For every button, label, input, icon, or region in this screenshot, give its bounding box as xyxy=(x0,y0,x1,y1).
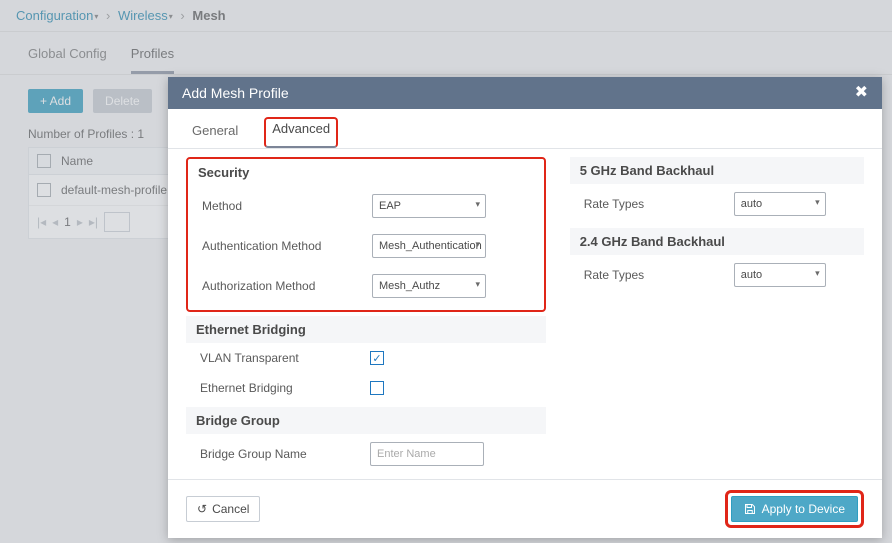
tab-advanced[interactable]: Advanced xyxy=(264,117,338,148)
label-band5-rate-types: Rate Types xyxy=(584,197,734,211)
band24-section: 2.4 GHz Band Backhaul Rate Types auto xyxy=(570,228,864,295)
cancel-button[interactable]: ↺ Cancel xyxy=(186,496,260,522)
row-method: Method EAP xyxy=(188,186,544,226)
row-band5-rate-types: Rate Types auto xyxy=(570,184,864,224)
apply-label: Apply to Device xyxy=(762,502,845,516)
undo-icon: ↺ xyxy=(197,502,207,516)
bridge-group-title: Bridge Group xyxy=(186,407,546,434)
band5-section: 5 GHz Band Backhaul Rate Types auto xyxy=(570,157,864,224)
select-band24-rate-types[interactable]: auto xyxy=(734,263,826,287)
modal-footer: ↺ Cancel Apply to Device xyxy=(168,479,882,538)
checkbox-vlan-transparent[interactable]: ✓ xyxy=(370,351,384,365)
modal-body: Security Method EAP Authentication Metho… xyxy=(168,149,882,479)
ethernet-bridging-section: Ethernet Bridging VLAN Transparent ✓ Eth… xyxy=(186,316,546,403)
select-method[interactable]: EAP xyxy=(372,194,486,218)
security-title: Security xyxy=(188,159,544,186)
security-section: Security Method EAP Authentication Metho… xyxy=(186,157,546,312)
apply-to-device-button[interactable]: Apply to Device xyxy=(731,496,858,522)
label-bridge-group-name: Bridge Group Name xyxy=(200,447,370,461)
close-icon[interactable]: ✖ xyxy=(855,85,868,101)
label-ethernet-bridging: Ethernet Bridging xyxy=(200,381,370,395)
select-authz-value: Mesh_Authz xyxy=(379,280,440,292)
band24-title: 2.4 GHz Band Backhaul xyxy=(570,228,864,255)
input-bridge-group-name[interactable] xyxy=(370,442,484,466)
row-vlan-transparent: VLAN Transparent ✓ xyxy=(186,343,546,373)
tab-general[interactable]: General xyxy=(186,119,244,148)
checkbox-ethernet-bridging[interactable] xyxy=(370,381,384,395)
modal-header: Add Mesh Profile ✖ xyxy=(168,77,882,109)
modal-title: Add Mesh Profile xyxy=(182,85,289,101)
select-authz-method[interactable]: Mesh_Authz xyxy=(372,274,486,298)
select-authn-method[interactable]: Mesh_Authentication xyxy=(372,234,486,258)
label-band24-rate-types: Rate Types xyxy=(584,268,734,282)
cancel-label: Cancel xyxy=(212,502,249,516)
ethernet-bridging-title: Ethernet Bridging xyxy=(186,316,546,343)
label-vlan-transparent: VLAN Transparent xyxy=(200,351,370,365)
bridge-group-section: Bridge Group Bridge Group Name Strict Ma… xyxy=(186,407,546,479)
col-right: 5 GHz Band Backhaul Rate Types auto 2.4 … xyxy=(570,153,864,479)
select-band5-rate-types[interactable]: auto xyxy=(734,192,826,216)
row-band24-rate-types: Rate Types auto xyxy=(570,255,864,295)
select-authn-value: Mesh_Authentication xyxy=(379,240,482,252)
label-method: Method xyxy=(202,199,372,213)
row-ethernet-bridging: Ethernet Bridging xyxy=(186,373,546,403)
band5-title: 5 GHz Band Backhaul xyxy=(570,157,864,184)
save-icon xyxy=(744,503,756,515)
select-method-value: EAP xyxy=(379,200,401,212)
row-bridge-group-name: Bridge Group Name xyxy=(186,434,546,474)
col-left: Security Method EAP Authentication Metho… xyxy=(186,153,546,479)
select-band5-value: auto xyxy=(741,198,762,210)
row-authz-method: Authorization Method Mesh_Authz xyxy=(188,266,544,306)
row-authn-method: Authentication Method Mesh_Authenticatio… xyxy=(188,226,544,266)
label-authn-method: Authentication Method xyxy=(202,239,372,253)
add-mesh-profile-modal: Add Mesh Profile ✖ General Advanced Secu… xyxy=(168,77,882,538)
select-band24-value: auto xyxy=(741,269,762,281)
apply-highlight: Apply to Device xyxy=(725,490,864,528)
modal-tabs: General Advanced xyxy=(168,109,882,149)
label-authz-method: Authorization Method xyxy=(202,279,372,293)
